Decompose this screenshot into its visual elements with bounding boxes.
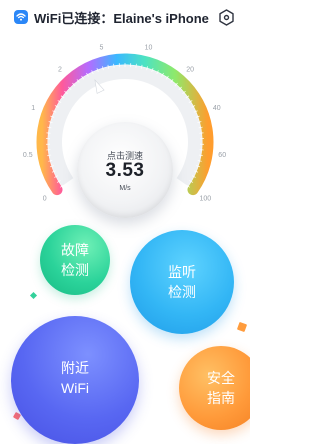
gauge-tick-label: 0 bbox=[43, 196, 47, 203]
bubble-label-line: 检测 bbox=[61, 262, 89, 278]
monitor-detection-button[interactable]: 监听 检测 bbox=[130, 230, 234, 334]
bubble-label-line: 指南 bbox=[207, 390, 235, 406]
wifi-status-title: WiFi已连接：Elaine's iPhone bbox=[34, 11, 209, 26]
nearby-wifi-label: 附近 WiFi bbox=[11, 358, 139, 398]
bubble-label-line: 安全 bbox=[207, 370, 235, 386]
speed-gauge: 0 0.5 1 2 5 10 20 40 60 100 点击测速 3.53 M/s bbox=[0, 28, 250, 218]
gauge-tick-label: 2 bbox=[58, 66, 62, 73]
gauge-tick-label: 40 bbox=[213, 105, 221, 112]
gauge-tick-label: 0.5 bbox=[23, 152, 33, 159]
decor-diamond bbox=[29, 291, 38, 300]
wifi-icon bbox=[14, 10, 28, 24]
decor-square bbox=[236, 321, 248, 333]
speed-test-button[interactable]: 点击测速 3.53 M/s bbox=[77, 122, 173, 218]
bubble-label-line: 检测 bbox=[168, 284, 196, 300]
speed-value: 3.53 bbox=[105, 160, 145, 181]
monitor-detection-label: 监听 检测 bbox=[130, 262, 234, 302]
bubble-label-line: 监听 bbox=[168, 264, 196, 280]
app-screen: WiFi已连接：Elaine's iPhone 0 0.5 1 2 5 10 2… bbox=[0, 0, 250, 444]
gauge-tick-label: 5 bbox=[100, 44, 104, 51]
fault-detection-button[interactable]: 故障 检测 bbox=[40, 225, 110, 295]
gauge-tick-label: 10 bbox=[145, 44, 153, 51]
safety-guide-button[interactable]: 安全 指南 bbox=[179, 346, 250, 430]
fault-detection-label: 故障 检测 bbox=[40, 240, 110, 280]
safety-guide-label: 安全 指南 bbox=[179, 368, 250, 408]
gauge-tick-label: 100 bbox=[199, 196, 211, 203]
hexagon-settings-icon[interactable] bbox=[218, 9, 235, 26]
speed-unit: M/s bbox=[119, 185, 131, 192]
gauge-tick-label: 1 bbox=[31, 105, 35, 112]
nearby-wifi-button[interactable]: 附近 WiFi bbox=[11, 316, 139, 444]
bubble-label-line: 故障 bbox=[61, 242, 89, 258]
gauge-tick-label: 60 bbox=[218, 152, 226, 159]
gauge-tick-label: 20 bbox=[186, 66, 194, 73]
bubble-label-line: 附近 bbox=[61, 360, 89, 376]
bubble-label-line: WiFi bbox=[61, 380, 89, 396]
